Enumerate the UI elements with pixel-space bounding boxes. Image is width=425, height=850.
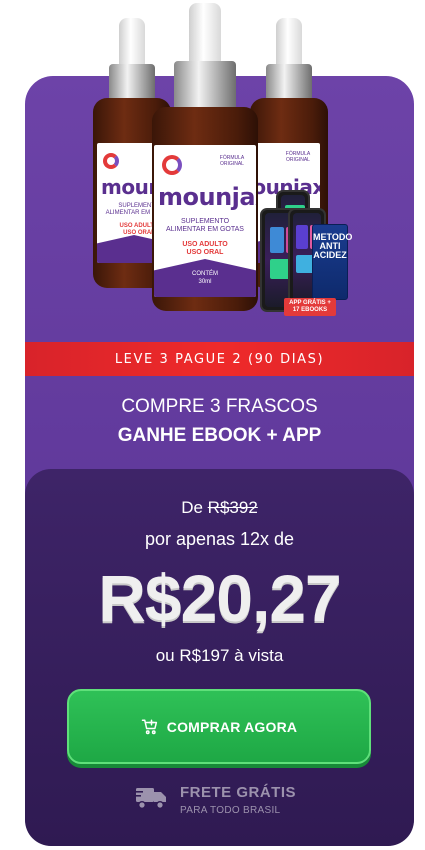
cart-plus-icon [141,719,157,734]
buy-now-label: COMPRAR AGORA [166,718,298,735]
old-price-prefix: De [181,498,203,517]
free-shipping-title: FRETE GRÁTIS [180,784,297,801]
old-price-line: De R$392 [25,498,414,518]
ebook-cover: METODO ANTI ACIDEZ [312,224,352,300]
truck-icon [134,788,166,809]
promo-banner-text: LEVE 3 PAGUE 2 (90 DIAS) [114,351,325,367]
old-price: R$392 [207,498,258,517]
offer-headline-2: GANHE EBOOK + APP [117,425,322,446]
free-shipping: FRETE GRÁTIS PARA TODO BRASIL [134,784,324,820]
product-image: mounjax SUPLEMENTO ALIMENTAR EM GOTAS US… [80,0,370,330]
promo-banner: LEVE 3 PAGUE 2 (90 DIAS) [25,342,414,376]
app-bonus-tag: APP GRÁTIS + 17 EBOOKS [284,298,336,316]
cash-price-text: ou R$197 à vista [155,646,284,665]
installments-text: por apenas 12x de [144,529,295,549]
installment-price: R$20,27 [98,561,342,635]
offer-headline-1: COMPRE 3 FRASCOS [121,396,318,417]
bottle-front: FÓRMULA ORIGINAL mounjax SUPLEMENTO ALIM… [152,3,258,311]
free-shipping-subtitle: PARA TODO BRASIL [180,805,281,816]
buy-now-button[interactable]: COMPRAR AGORA [67,689,371,764]
